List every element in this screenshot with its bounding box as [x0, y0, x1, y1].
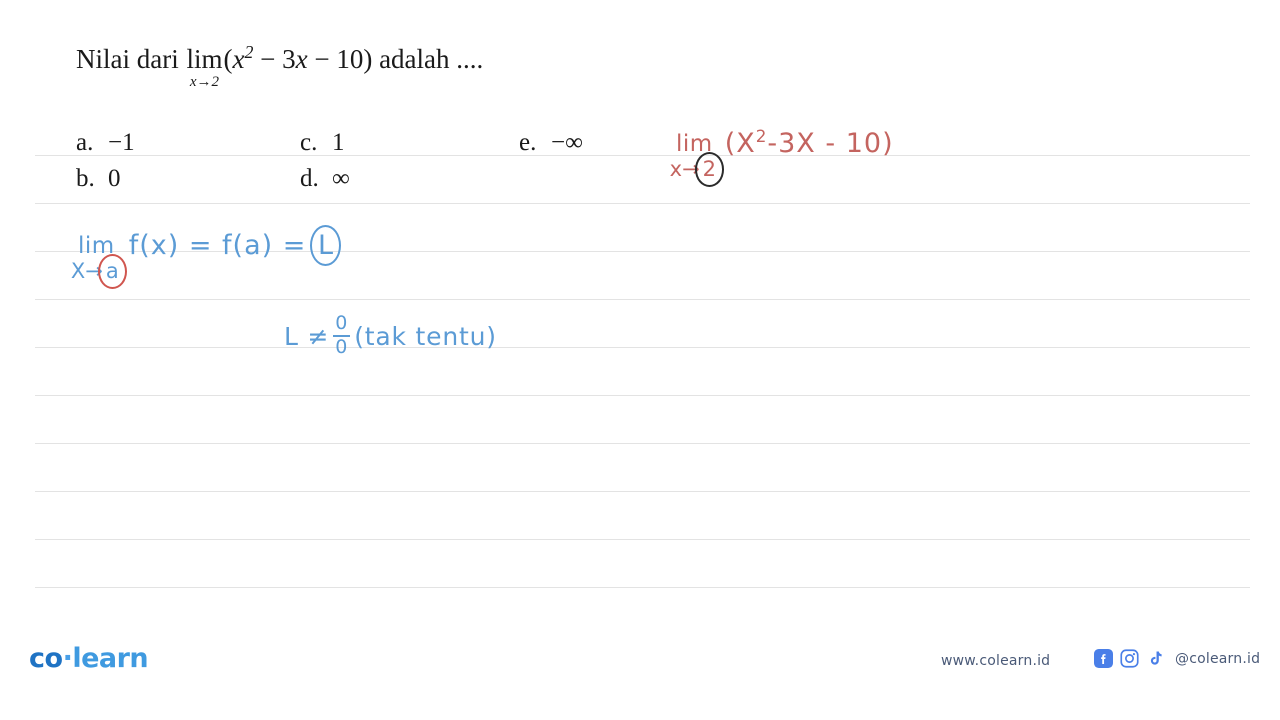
worksheet-page: Nilai dari lim x→2 (x2 − 3x − 10) adalah…	[0, 0, 1280, 720]
expr-var: x	[232, 44, 245, 74]
annotation2-circled-value: a	[97, 254, 127, 289]
annotation-line-3: L ≠ 0 0 (tak tentu)	[284, 312, 497, 360]
option-d-label: d.	[300, 165, 319, 192]
option-e[interactable]: e. −∞	[519, 130, 583, 155]
colearn-logo: co·learn	[29, 643, 149, 674]
rule-line-9	[35, 539, 1250, 540]
option-c-label: c.	[300, 129, 318, 156]
limit-subscript: x→2	[189, 74, 220, 90]
annotation2-limit-group: lim X→ a	[71, 235, 127, 289]
rule-line-6	[35, 395, 1250, 396]
annotation2-circled-result: L	[309, 225, 342, 266]
logo-separator-dot: ·	[62, 643, 73, 674]
annotation1-power: 2	[755, 126, 768, 146]
rule-line-7	[35, 443, 1250, 444]
logo-part-2: learn	[72, 643, 149, 674]
option-e-label: e.	[519, 129, 537, 156]
option-a[interactable]: a. −1	[76, 130, 135, 155]
limit-operator: lim	[186, 44, 223, 74]
annotation1-limit-group: lim x→ 2	[670, 133, 725, 187]
option-d[interactable]: d. ∞	[300, 166, 350, 191]
option-d-value: ∞	[332, 165, 350, 192]
rule-line-8	[35, 491, 1250, 492]
annotation1-limit-subscript: x→ 2	[670, 152, 725, 187]
rule-line-10	[35, 587, 1250, 588]
annotation3-note: (tak tentu)	[354, 321, 497, 351]
option-b-value: 0	[108, 165, 121, 192]
rule-line-1	[35, 155, 1250, 156]
rule-line-4	[35, 299, 1250, 300]
annotation2-body: f(x) = f(a) =	[128, 230, 307, 261]
annotation3-lhs: L ≠	[284, 321, 330, 351]
expr-tail: − 10)	[314, 44, 373, 74]
tiktok-icon[interactable]	[1146, 649, 1165, 668]
rule-line-5	[35, 347, 1250, 348]
annotation1-rest: -3X - 10)	[767, 128, 894, 159]
website-url: www.colearn.id	[941, 653, 1051, 669]
expr-power: 2	[244, 42, 254, 62]
annotation-line-2: lim X→ a f(x) = f(a) = L	[71, 225, 342, 289]
question-text: Nilai dari lim x→2 (x2 − 3x − 10) adalah…	[76, 42, 484, 90]
rule-line-2	[35, 203, 1250, 204]
option-b[interactable]: b. 0	[76, 166, 121, 191]
option-c-value: 1	[332, 129, 345, 156]
annotation2-limit-subscript: X→ a	[71, 254, 127, 289]
facebook-icon[interactable]	[1094, 649, 1113, 668]
option-a-label: a.	[76, 129, 94, 156]
option-b-label: b.	[76, 165, 95, 192]
annotation-line-1: lim x→ 2 (X2-3X - 10)	[670, 128, 894, 187]
limit-operator-group: lim x→2	[186, 44, 223, 90]
social-handle: @colearn.id	[1175, 650, 1261, 667]
expr-var2: x	[295, 44, 308, 74]
annotation3-numerator: 0	[335, 312, 349, 334]
instagram-icon[interactable]	[1120, 649, 1139, 668]
option-e-value: −∞	[551, 129, 583, 156]
question-prefix: Nilai dari	[76, 44, 179, 74]
social-links: @colearn.id	[1094, 649, 1260, 668]
annotation1-body: (X2-3X - 10)	[725, 128, 894, 159]
annotation3-fraction: 00	[333, 312, 351, 358]
annotation1-open: (	[724, 128, 737, 159]
option-a-value: −1	[108, 129, 135, 156]
annotation1-var: X	[736, 128, 756, 159]
annotation1-circled-value: 2	[694, 152, 725, 187]
annotation3-denominator: 0	[335, 335, 349, 358]
question-suffix: adalah ....	[379, 44, 484, 74]
expr-rest: − 3	[260, 44, 296, 74]
logo-part-1: co	[29, 643, 63, 674]
option-c[interactable]: c. 1	[300, 130, 345, 155]
